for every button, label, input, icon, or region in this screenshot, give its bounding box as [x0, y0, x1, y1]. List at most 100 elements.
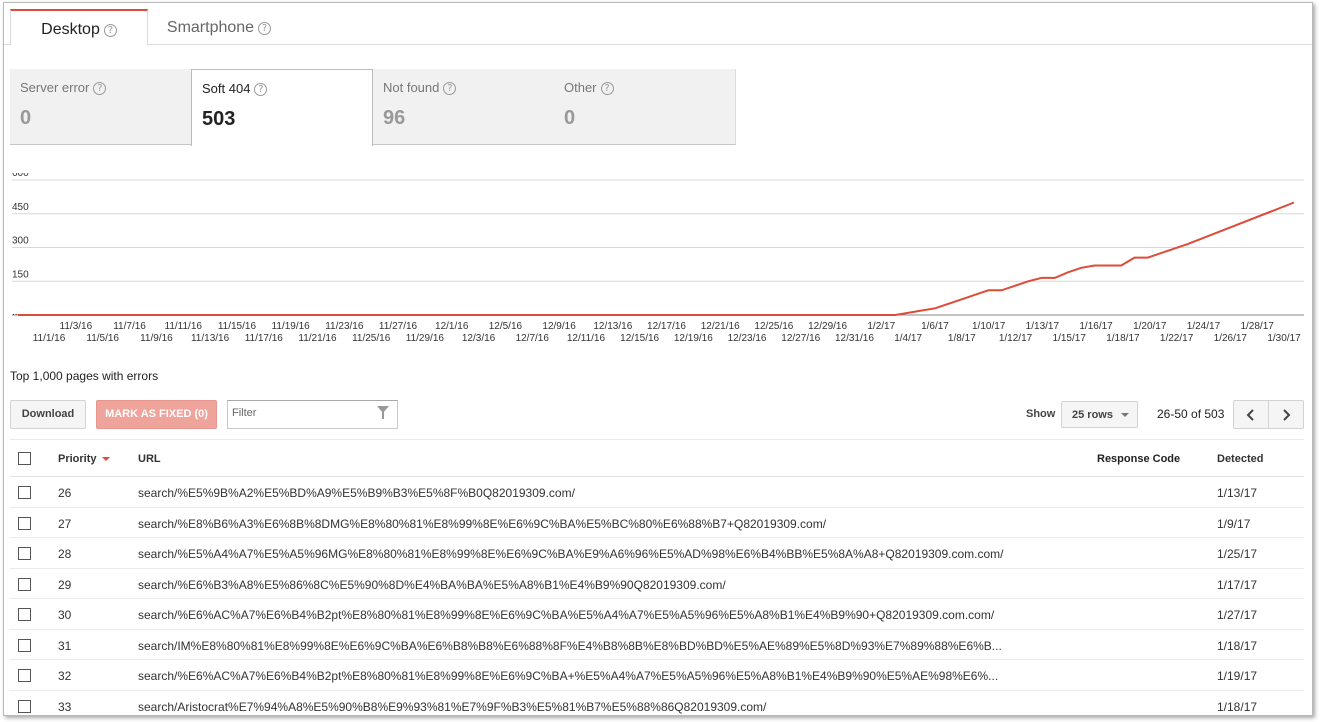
- help-icon[interactable]: ?: [103, 24, 117, 37]
- row-url[interactable]: search/Aristocrat%E7%94%A8%E5%90%B8%E9%9…: [138, 700, 1098, 714]
- download-button[interactable]: Download: [10, 400, 86, 429]
- row-url[interactable]: search/%E6%B3%A8%E5%86%8C%E5%90%8D%E4%BA…: [138, 578, 1098, 592]
- x-tick-label: 12/11/16: [567, 333, 606, 344]
- row-priority: 31: [58, 638, 72, 653]
- row-url[interactable]: search/%E5%9B%A2%E5%BD%A9%E5%B9%B3%E5%8F…: [138, 486, 1098, 500]
- x-tick-label: 11/23/16: [325, 321, 364, 332]
- y-tick-label: 450: [12, 202, 29, 213]
- tab-label: Other: [564, 80, 597, 95]
- table-row[interactable]: 33 search/Aristocrat%E7%94%A8%E5%90%B8%E9…: [10, 691, 1304, 716]
- x-tick-label: 12/31/16: [835, 333, 874, 344]
- x-tick-label: 1/18/17: [1106, 333, 1140, 344]
- x-tick-label: 1/16/17: [1079, 321, 1113, 332]
- table-row[interactable]: 26 search/%E5%9B%A2%E5%BD%A9%E5%B9%B3%E5%…: [10, 477, 1304, 508]
- row-checkbox[interactable]: [18, 608, 31, 621]
- x-tick-label: 11/1/16: [33, 333, 66, 344]
- tab-label: Not found: [383, 80, 440, 95]
- row-checkbox[interactable]: [18, 669, 31, 682]
- table-row[interactable]: 32 search/%E6%AC%A7%E6%B4%B2pt%E8%80%81%E…: [10, 660, 1304, 691]
- tab-desktop[interactable]: Desktop?: [10, 9, 148, 46]
- row-priority: 29: [58, 577, 72, 592]
- tab-server-error[interactable]: Server error? 0: [10, 69, 192, 145]
- priority-column-header[interactable]: Priority: [58, 453, 118, 465]
- tab-smartphone[interactable]: Smartphone?: [149, 9, 289, 46]
- x-tick-label: 12/7/16: [516, 333, 550, 344]
- row-detected: 1/27/17: [1217, 608, 1258, 622]
- row-checkbox[interactable]: [18, 547, 31, 560]
- table-title: Top 1,000 pages with errors: [10, 369, 159, 383]
- help-icon[interactable]: ?: [93, 82, 107, 95]
- x-tick-label: 12/29/16: [808, 321, 847, 332]
- x-tick-label: 1/26/17: [1214, 333, 1248, 344]
- url-column-header[interactable]: URL: [138, 453, 1098, 465]
- row-checkbox[interactable]: [18, 486, 31, 499]
- chevron-left-icon: [1246, 409, 1254, 421]
- help-icon[interactable]: ?: [254, 83, 268, 96]
- x-tick-label: 11/29/16: [406, 333, 445, 344]
- row-url[interactable]: search/%E5%A4%A7%E5%A5%96MG%E8%80%81%E8%…: [138, 547, 1098, 561]
- errors-table: Priority URL Response Code Detected 26 se…: [10, 439, 1304, 716]
- row-checkbox[interactable]: [18, 638, 31, 652]
- tab-soft-404[interactable]: Soft 404? 503: [191, 69, 373, 146]
- tab-other[interactable]: Other? 0: [554, 69, 736, 145]
- rows-per-page-select[interactable]: 25 rows: [1061, 401, 1138, 428]
- help-icon[interactable]: ?: [258, 22, 272, 35]
- row-checkbox[interactable]: [18, 516, 31, 530]
- row-url[interactable]: search/%E6%AC%A7%E6%B4%B2pt%E8%80%81%E8%…: [138, 669, 1098, 683]
- response-code-column-header[interactable]: Response Code: [1097, 453, 1197, 465]
- x-tick-label: 11/27/16: [379, 321, 418, 332]
- x-tick-label: 1/10/17: [972, 321, 1006, 332]
- row-detected: 1/9/17: [1217, 516, 1251, 531]
- detected-column-header[interactable]: Detected: [1217, 453, 1297, 465]
- chevron-down-icon: [1121, 413, 1129, 417]
- row-checkbox[interactable]: [18, 699, 31, 713]
- row-priority: 28: [58, 547, 72, 561]
- rows-select-value: 25 rows: [1072, 409, 1113, 421]
- x-tick-label: 12/19/16: [674, 333, 713, 344]
- row-priority: 27: [58, 516, 72, 531]
- row-priority: 30: [58, 608, 72, 622]
- x-tick-label: 11/5/16: [86, 333, 119, 344]
- row-url[interactable]: search/IM%E8%80%81%E8%99%8E%E6%9C%BA%E6%…: [138, 639, 1098, 653]
- device-tabs: Desktop? Smartphone?: [4, 3, 1312, 46]
- x-tick-label: 11/3/16: [60, 321, 93, 332]
- table-row[interactable]: 27 search/%E8%B6%A3%E6%8B%8DMG%E8%80%81%E…: [10, 508, 1304, 538]
- chevron-right-icon: [1283, 409, 1291, 421]
- error-count: 96: [383, 107, 406, 129]
- error-count: 0: [564, 107, 576, 129]
- x-tick-label: 11/11/16: [165, 321, 203, 332]
- x-tick-label: 12/1/16: [435, 321, 469, 332]
- next-page-button[interactable]: [1268, 400, 1304, 429]
- select-all-checkbox[interactable]: [18, 452, 31, 465]
- row-checkbox[interactable]: [18, 577, 31, 591]
- x-tick-label: 1/28/17: [1240, 321, 1274, 332]
- pagination-range: 26-50 of 503: [1157, 407, 1225, 421]
- row-url[interactable]: search/%E6%AC%A7%E6%B4%B2pt%E8%80%81%E8%…: [138, 608, 1098, 622]
- x-tick-label: 1/20/17: [1133, 321, 1167, 332]
- filter-icon[interactable]: [377, 406, 389, 419]
- row-url[interactable]: search/%E8%B6%A3%E6%8B%8DMG%E8%80%81%E8%…: [138, 517, 1098, 531]
- x-tick-label: 11/15/16: [218, 321, 257, 332]
- errors-line-chart: 600 450 300 150... 11/1/1611/3/1611/5/1611/7…: [12, 173, 1304, 344]
- table-row[interactable]: 29 search/%E6%B3%A8%E5%86%8C%E5%90%8D%E4%…: [10, 569, 1304, 599]
- table-row[interactable]: 30 search/%E6%AC%A7%E6%B4%B2pt%E8%80%81%E…: [10, 599, 1304, 630]
- row-detected: 1/25/17: [1217, 547, 1258, 561]
- table-row[interactable]: 31 search/IM%E8%80%81%E8%99%8E%E6%9C%BA%E…: [10, 630, 1304, 660]
- x-tick-label: 12/17/16: [647, 321, 686, 332]
- table-row[interactable]: 28 search/%E5%A4%A7%E5%A5%96MG%E8%80%81%E…: [10, 538, 1304, 569]
- y-tick-label: 150: [12, 269, 29, 280]
- row-priority: 33: [58, 699, 72, 714]
- x-tick-label: 1/15/17: [1053, 333, 1087, 344]
- help-icon[interactable]: ?: [600, 82, 614, 95]
- x-tick-label: 1/8/17: [948, 333, 976, 344]
- row-priority: 32: [58, 669, 72, 683]
- tab-label: Soft 404: [202, 81, 251, 96]
- filter-input[interactable]: Filter: [227, 400, 398, 429]
- x-tick-label: 12/15/16: [620, 333, 659, 344]
- mark-as-fixed-button[interactable]: MARK AS FIXED (0): [96, 400, 217, 429]
- help-icon[interactable]: ?: [443, 82, 457, 95]
- tab-not-found[interactable]: Not found? 96: [373, 69, 555, 145]
- x-tick-label: 11/17/16: [245, 333, 284, 344]
- x-tick-label: 12/27/16: [781, 333, 820, 344]
- previous-page-button[interactable]: [1233, 400, 1269, 429]
